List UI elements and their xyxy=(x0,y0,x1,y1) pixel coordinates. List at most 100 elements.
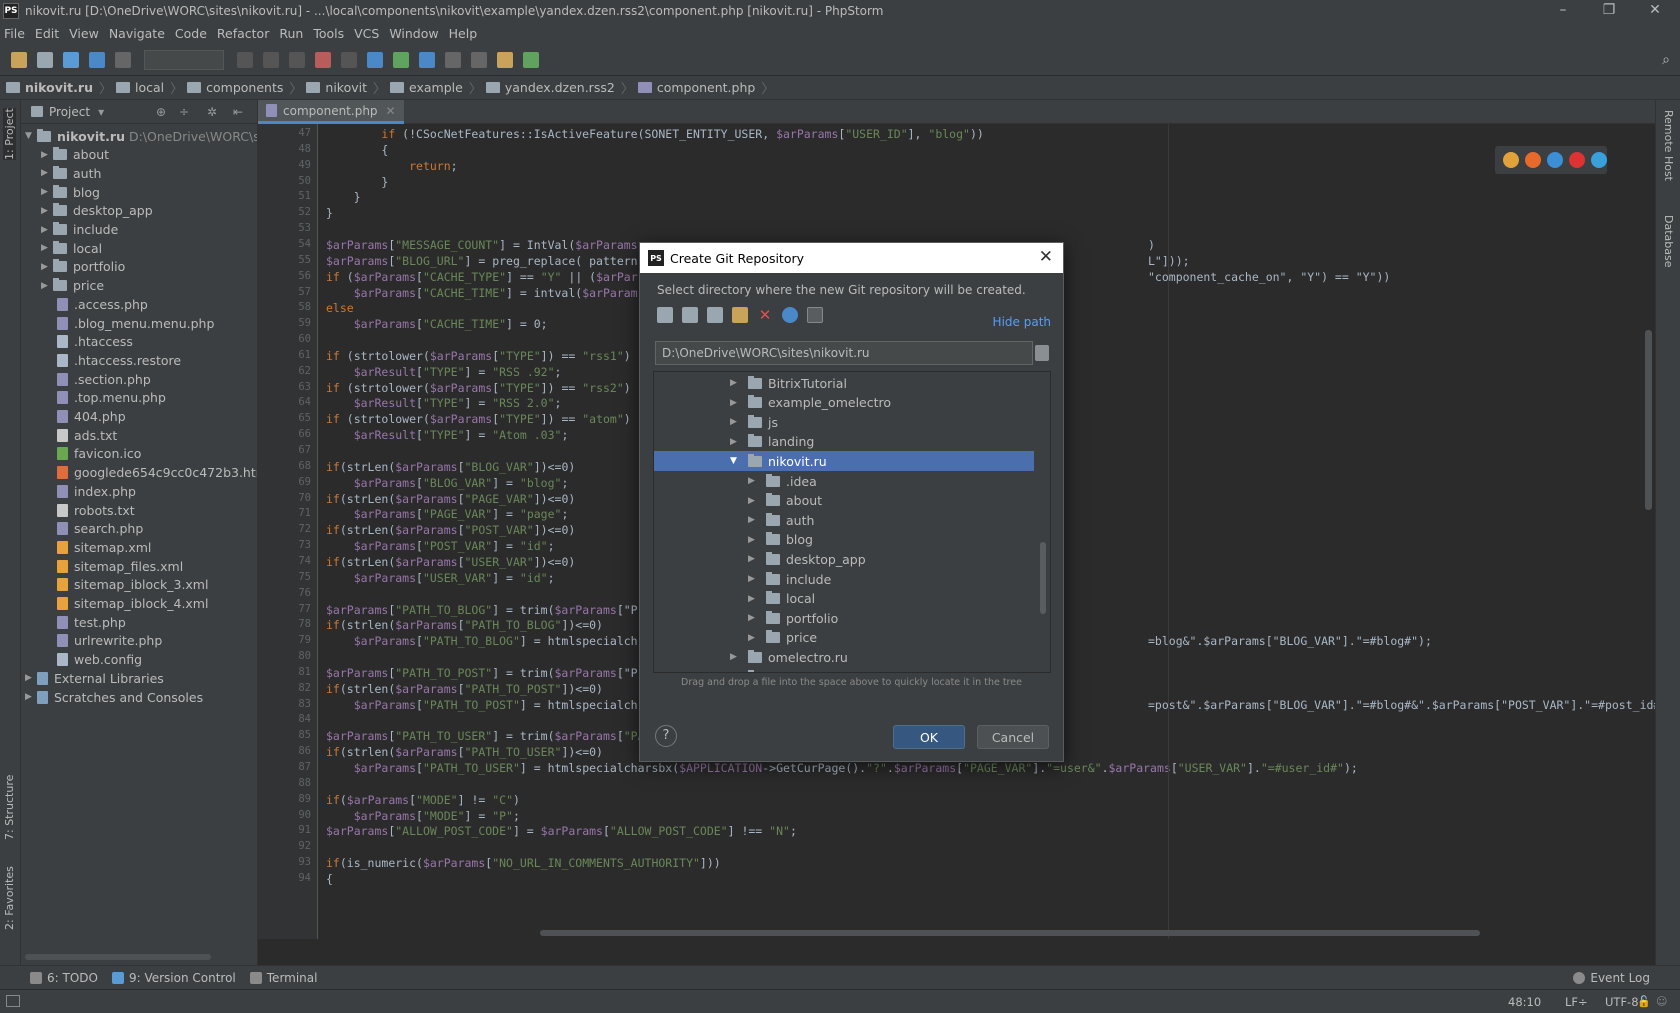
home-icon[interactable] xyxy=(657,307,673,323)
chevron-right-icon[interactable]: ▶ xyxy=(730,672,742,673)
tree-file-item[interactable]: sitemap_iblock_3.xml xyxy=(57,575,208,595)
menu-run[interactable]: Run xyxy=(279,26,303,41)
tree-folder-item[interactable]: ▶ price xyxy=(41,276,104,296)
deploy-icon[interactable] xyxy=(523,51,539,68)
profile-icon[interactable] xyxy=(315,51,331,68)
chevron-right-icon[interactable]: ▶ xyxy=(41,225,53,235)
vcs-revert-icon[interactable] xyxy=(471,51,487,68)
tree-file-item[interactable]: sitemap_iblock_4.xml xyxy=(57,594,208,614)
project-root[interactable]: ▼nikovit.ruD:\OneDrive\WORC\sites\ xyxy=(25,126,257,146)
chevron-right-icon[interactable]: ▶ xyxy=(25,692,37,702)
database-tab[interactable]: Database xyxy=(1662,215,1675,268)
dir-tree-item[interactable]: ▶ BitrixTutorial xyxy=(654,373,1034,393)
debug-icon[interactable] xyxy=(263,51,279,68)
lock-icon[interactable]: 🔓 xyxy=(1637,995,1651,1008)
project-tool-tab[interactable]: 1: Project xyxy=(3,108,16,160)
chevron-right-icon[interactable]: ▶ xyxy=(41,262,53,272)
inspector-icon[interactable]: ☺ xyxy=(1656,995,1667,1008)
cancel-button[interactable]: Cancel xyxy=(977,725,1049,749)
dir-tree-item[interactable]: ▶ price xyxy=(654,628,1034,648)
settings-icon[interactable] xyxy=(497,51,513,68)
tree-file-item[interactable]: ads.txt xyxy=(57,425,117,445)
tree-extra-item[interactable]: ▶ External Libraries xyxy=(25,668,164,688)
gear-icon[interactable]: ✲ xyxy=(207,105,217,119)
structure-tool-tab[interactable]: 7: Structure xyxy=(3,775,16,840)
back-icon[interactable] xyxy=(89,51,105,68)
breadcrumb-item[interactable]: components 〉 xyxy=(187,78,302,97)
dir-tree-item[interactable]: ▶ include xyxy=(654,569,1034,589)
run-icon[interactable] xyxy=(237,51,253,68)
chevron-right-icon[interactable]: ▶ xyxy=(730,417,742,427)
menu-navigate[interactable]: Navigate xyxy=(109,26,165,41)
menu-tools[interactable]: Tools xyxy=(313,26,344,41)
chevron-right-icon[interactable]: ▶ xyxy=(748,594,760,604)
opera-icon[interactable] xyxy=(1569,152,1585,168)
show-hidden-icon[interactable] xyxy=(807,307,823,323)
tree-folder-item[interactable]: ▶ desktop_app xyxy=(41,201,153,221)
menu-code[interactable]: Code xyxy=(175,26,207,41)
firefox-icon[interactable] xyxy=(1525,152,1541,168)
chevron-right-icon[interactable]: ▶ xyxy=(748,574,760,584)
vcs-update-icon[interactable] xyxy=(367,51,383,68)
tree-file-item[interactable]: .top.menu.php xyxy=(57,388,166,408)
chevron-down-icon[interactable]: ▼ xyxy=(25,131,37,141)
stop-icon[interactable] xyxy=(341,51,357,68)
chevron-right-icon[interactable]: ▶ xyxy=(41,206,53,216)
breadcrumb-item[interactable]: yandex.dzen.rss2 〉 xyxy=(485,78,634,97)
version-control-tab[interactable]: 9: Version Control xyxy=(111,971,236,985)
chevron-right-icon[interactable]: ▶ xyxy=(748,535,760,545)
tree-scrollbar[interactable] xyxy=(1040,542,1046,614)
tree-file-item[interactable]: search.php xyxy=(57,519,143,539)
tree-folder-item[interactable]: ▶ portfolio xyxy=(41,257,125,277)
todo-tab[interactable]: 6: TODO xyxy=(30,971,98,985)
dir-tree-item[interactable]: ▶ js xyxy=(654,412,1034,432)
collapse-icon[interactable]: ÷ xyxy=(179,105,189,119)
dir-tree-item[interactable]: ▼ nikovit.ru xyxy=(654,451,1034,472)
vcs-commit-icon[interactable] xyxy=(393,51,409,68)
chevron-right-icon[interactable]: ▶ xyxy=(748,633,760,643)
tree-file-item[interactable]: .access.php xyxy=(57,294,148,314)
tree-folder-item[interactable]: ▶ auth xyxy=(41,163,101,183)
chevron-right-icon[interactable]: ▶ xyxy=(41,281,53,291)
favorites-tool-tab[interactable]: 2: Favorites xyxy=(3,866,16,930)
menu-file[interactable]: File xyxy=(4,26,25,41)
breadcrumb-item[interactable]: component.php 〉 xyxy=(637,78,774,97)
directory-tree[interactable]: ▶ BitrixTutorial ▶ example_omelectro ▶ js ▶ lan… xyxy=(653,371,1051,673)
breadcrumb-item[interactable]: nikovit.ru 〉 xyxy=(6,78,112,97)
chevron-right-icon[interactable]: ▶ xyxy=(730,437,742,447)
chevron-down-icon[interactable]: ▾ xyxy=(98,105,104,119)
path-history-icon[interactable] xyxy=(1035,345,1049,361)
chevron-right-icon[interactable]: ▶ xyxy=(730,398,742,408)
ok-button[interactable]: OK xyxy=(893,725,965,749)
dir-tree-item[interactable]: ▶ example_omelectro xyxy=(654,393,1034,413)
menu-window[interactable]: Window xyxy=(389,26,438,41)
tree-folder-item[interactable]: ▶ include xyxy=(41,220,118,240)
chevron-right-icon[interactable]: ▶ xyxy=(748,496,760,506)
dir-tree-item[interactable]: ▶ omelectro.ru xyxy=(654,647,1034,667)
menu-edit[interactable]: Edit xyxy=(35,26,59,41)
chevron-right-icon[interactable]: ▶ xyxy=(748,613,760,623)
menu-view[interactable]: View xyxy=(69,26,99,41)
close-tab-icon[interactable]: ✕ xyxy=(386,104,396,118)
dir-tree-item[interactable]: ▶ .idea xyxy=(654,471,1034,491)
chevron-right-icon[interactable]: ▶ xyxy=(730,652,742,662)
project-view-select[interactable]: Project xyxy=(49,105,90,119)
ie-icon[interactable] xyxy=(1591,152,1607,168)
tree-file-item[interactable]: sitemap_files.xml xyxy=(57,556,183,576)
refresh-icon[interactable] xyxy=(782,307,798,323)
dir-tree-item[interactable]: ▶ desktop_app xyxy=(654,549,1034,569)
vcs-history-icon[interactable] xyxy=(445,51,461,68)
tree-file-item[interactable]: robots.txt xyxy=(57,500,135,520)
locate-icon[interactable]: ⊕ xyxy=(156,105,166,119)
dir-tree-item[interactable]: ▶ auth xyxy=(654,510,1034,530)
tree-file-item[interactable]: urlrewrite.php xyxy=(57,631,162,651)
tree-extra-item[interactable]: ▶ Scratches and Consoles xyxy=(25,687,203,707)
maximize-icon[interactable]: ❐ xyxy=(1586,0,1632,22)
dir-tree-item[interactable]: ▶ about xyxy=(654,491,1034,511)
chrome-icon[interactable] xyxy=(1503,152,1519,168)
chevron-right-icon[interactable]: ▶ xyxy=(730,378,742,388)
forward-icon[interactable] xyxy=(115,51,131,68)
tree-file-item[interactable]: test.php xyxy=(57,612,126,632)
tree-file-item[interactable]: googlede654c9cc0c472b3.html xyxy=(57,463,257,483)
project-h-scrollbar[interactable] xyxy=(25,954,211,960)
